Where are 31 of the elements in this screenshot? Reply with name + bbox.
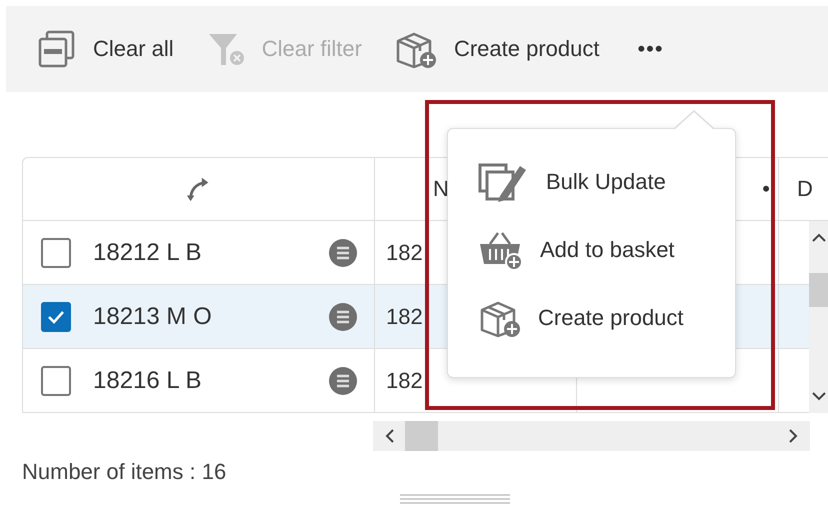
more-button[interactable]: ••• — [637, 36, 664, 62]
scroll-right-icon[interactable] — [788, 428, 798, 444]
horizontal-scrollbar[interactable] — [373, 421, 810, 451]
resize-grip-icon[interactable] — [400, 493, 510, 505]
scroll-down-icon[interactable] — [811, 391, 827, 401]
row-name: 18212 L B — [93, 238, 203, 266]
stacked-windows-icon — [37, 29, 77, 69]
details-icon[interactable] — [328, 366, 358, 396]
table-cell-text: 182 — [385, 240, 423, 266]
scroll-thumb[interactable] — [809, 273, 828, 307]
basket-plus-icon — [478, 230, 524, 270]
menu-item[interactable]: Add to basket — [478, 230, 735, 270]
details-icon[interactable] — [328, 238, 358, 268]
vertical-scrollbar[interactable] — [809, 221, 828, 413]
table-cell-text: 182 — [385, 368, 423, 394]
row-name: 18213 M O — [93, 302, 213, 330]
checkbox[interactable] — [41, 238, 71, 268]
item-count: Number of items : 16 — [22, 459, 226, 484]
toolbar-button[interactable]: Clear all — [37, 29, 174, 69]
details-icon[interactable] — [328, 302, 358, 332]
table-cell-text: 182 — [385, 304, 423, 330]
row-name: 18216 L B — [93, 366, 203, 394]
checkbox[interactable] — [41, 302, 71, 332]
checkbox[interactable] — [41, 366, 71, 396]
scroll-up-icon[interactable] — [811, 233, 827, 243]
menu-item[interactable]: Bulk Update — [478, 162, 735, 202]
menu-item[interactable]: Create product — [478, 298, 735, 338]
column-header[interactable]: D — [779, 158, 828, 220]
scroll-thumb[interactable] — [405, 421, 438, 451]
scroll-left-icon[interactable] — [385, 428, 395, 444]
toolbar-button[interactable]: Create product — [394, 29, 600, 69]
